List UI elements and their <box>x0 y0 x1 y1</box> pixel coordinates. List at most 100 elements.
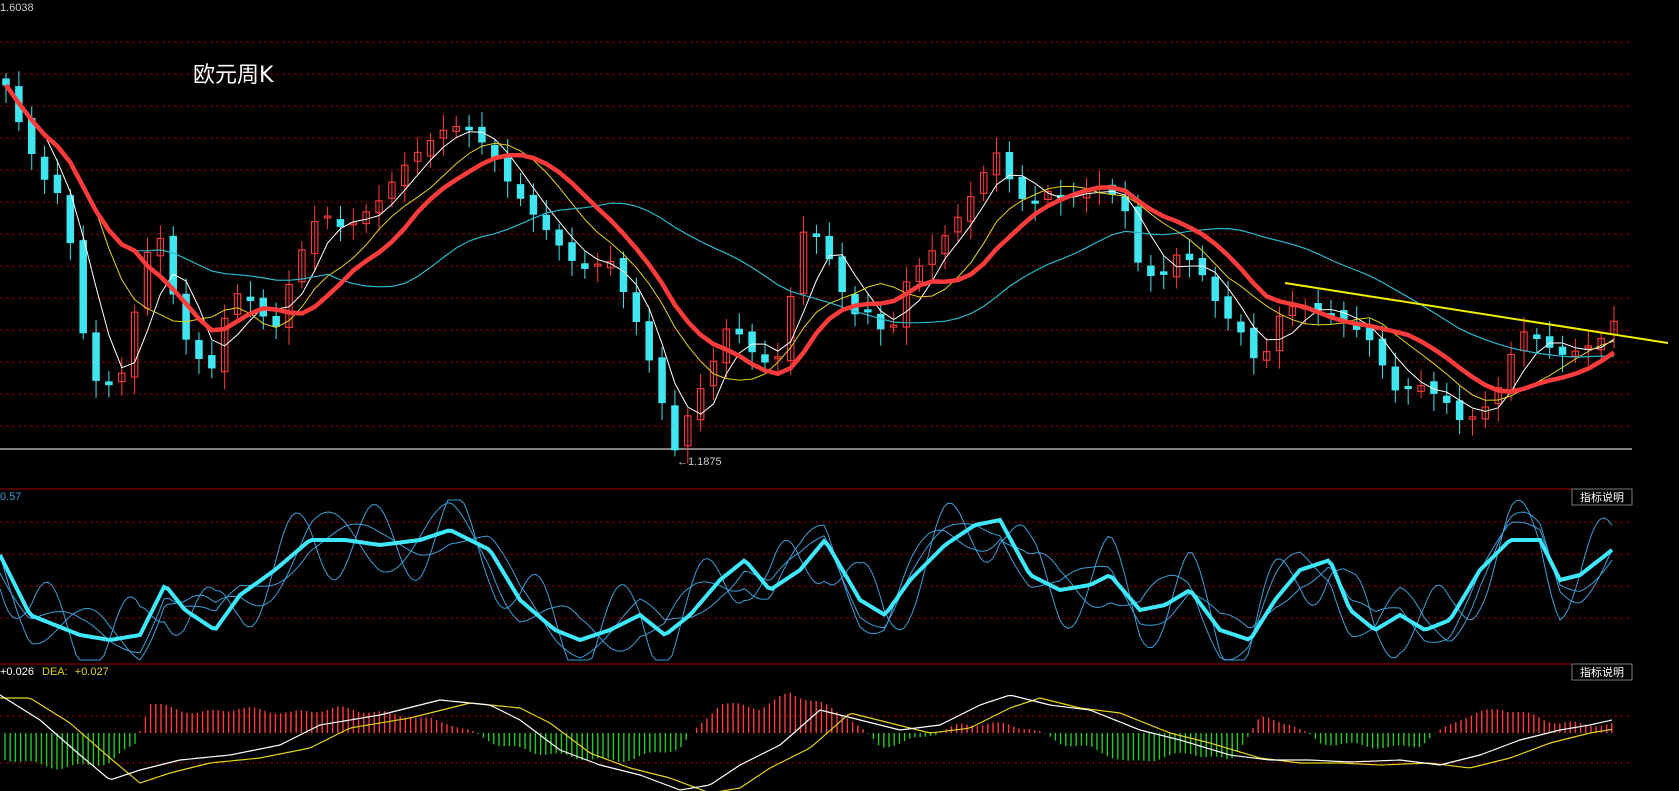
candlestick-series <box>2 71 1618 464</box>
candle-body <box>1031 200 1039 204</box>
candle-body <box>812 233 821 237</box>
candle-body <box>336 219 345 227</box>
ma-yellow-line <box>5 84 1615 401</box>
candle-body <box>1378 338 1387 366</box>
candle <box>1584 330 1593 366</box>
candle-body <box>1533 334 1541 339</box>
kdj-indicator-help-button[interactable]: 指标说明 <box>1571 488 1633 506</box>
candle-body <box>272 315 280 327</box>
candle <box>928 234 936 280</box>
candle <box>195 332 203 374</box>
candle-body <box>671 405 679 451</box>
candle-body <box>555 229 563 246</box>
candle-body <box>1545 336 1554 348</box>
candle <box>1185 239 1194 278</box>
candle <box>323 206 332 230</box>
candle-body <box>1365 327 1374 341</box>
macd-readout: +0.026 DEA: +0.027 <box>0 666 109 678</box>
candle-body <box>877 313 885 330</box>
candle <box>182 278 190 355</box>
candle <box>1520 316 1528 367</box>
candle <box>1275 306 1284 369</box>
kdj-main-line <box>0 517 1614 643</box>
candle <box>40 145 49 194</box>
candle-body <box>1211 276 1219 301</box>
candle <box>375 184 383 231</box>
candle <box>658 347 666 420</box>
candle-body <box>53 174 62 194</box>
candle <box>825 222 834 266</box>
candle <box>671 389 679 457</box>
candle <box>1481 391 1490 429</box>
kdj-k-line <box>0 502 1613 661</box>
candle-body <box>516 184 525 199</box>
candle <box>1172 247 1181 289</box>
candle <box>401 152 409 203</box>
candle <box>92 320 100 398</box>
candle <box>606 245 615 276</box>
kdj-indicator-lines <box>0 499 1614 661</box>
candle <box>979 165 988 202</box>
candle <box>1378 325 1387 379</box>
candle <box>233 284 242 323</box>
candle <box>1391 352 1400 403</box>
candle-body <box>2 78 10 86</box>
candle <box>220 304 229 390</box>
candle <box>1455 386 1464 435</box>
candle <box>310 205 319 272</box>
candle <box>1082 177 1091 213</box>
candle-body <box>1314 303 1322 311</box>
candle-body <box>864 309 872 313</box>
ma-red-thick-line <box>4 83 1616 394</box>
candle-body <box>1558 346 1567 355</box>
candle <box>1018 165 1027 212</box>
kdj-d-line <box>0 521 1613 659</box>
candle <box>1237 314 1245 346</box>
macd-dea-prefix: DEA: <box>42 666 68 678</box>
candle <box>967 181 975 240</box>
candle-body <box>658 357 666 404</box>
candle <box>619 251 628 309</box>
candle <box>1327 299 1335 325</box>
top-price-label: 1.6038 <box>0 2 34 14</box>
candle <box>465 114 473 148</box>
candle-body <box>645 321 653 361</box>
candle-body <box>1404 386 1412 390</box>
candle <box>812 224 821 255</box>
candle <box>1314 289 1322 326</box>
candle-body <box>748 331 756 353</box>
macd-diff-value: +0.026 <box>0 666 34 678</box>
candle <box>1468 409 1477 436</box>
svg-text:指标说明: 指标说明 <box>1580 490 1624 504</box>
candle-body <box>92 332 100 381</box>
candle <box>336 206 345 242</box>
candle-body <box>478 126 486 143</box>
candle-body <box>66 195 75 244</box>
candle-body <box>581 263 589 269</box>
candle-body <box>568 242 576 261</box>
svg-text:指标说明: 指标说明 <box>1580 665 1624 679</box>
candle-body <box>761 354 769 363</box>
candle-body <box>105 381 113 386</box>
candle <box>1558 335 1567 373</box>
candle <box>632 277 641 336</box>
candle <box>105 371 113 398</box>
candle-body <box>1443 395 1451 403</box>
candle <box>1545 321 1554 359</box>
candle <box>452 115 460 138</box>
candle <box>1430 371 1438 412</box>
candle-body <box>1391 366 1400 391</box>
candle-body <box>246 296 255 302</box>
candle <box>1533 328 1541 354</box>
candle-body <box>1018 176 1027 199</box>
candle-body <box>619 258 628 292</box>
candle-body <box>1455 400 1464 421</box>
candle-body <box>208 355 216 369</box>
candle-body <box>1134 206 1142 263</box>
candle-body <box>1237 321 1245 333</box>
candle-body <box>1250 327 1258 359</box>
candle <box>1443 382 1451 414</box>
candle <box>208 341 216 379</box>
macd-indicator-help-button[interactable]: 指标说明 <box>1571 663 1633 681</box>
chart-canvas: 欧元周K 1.6038 ←1.1875 0.57 指标说明 指标说明 +0.02… <box>0 2 1669 791</box>
